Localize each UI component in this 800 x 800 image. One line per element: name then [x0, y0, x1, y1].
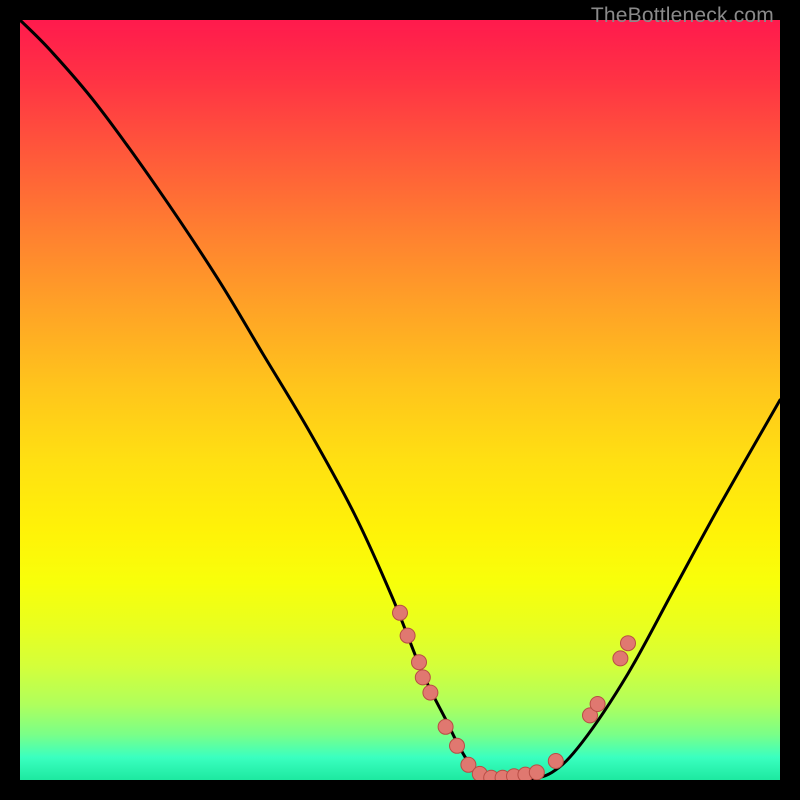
plot-area [20, 20, 780, 780]
watermark-text: TheBottleneck.com [591, 4, 774, 28]
chart-frame: TheBottleneck.com [0, 0, 800, 800]
